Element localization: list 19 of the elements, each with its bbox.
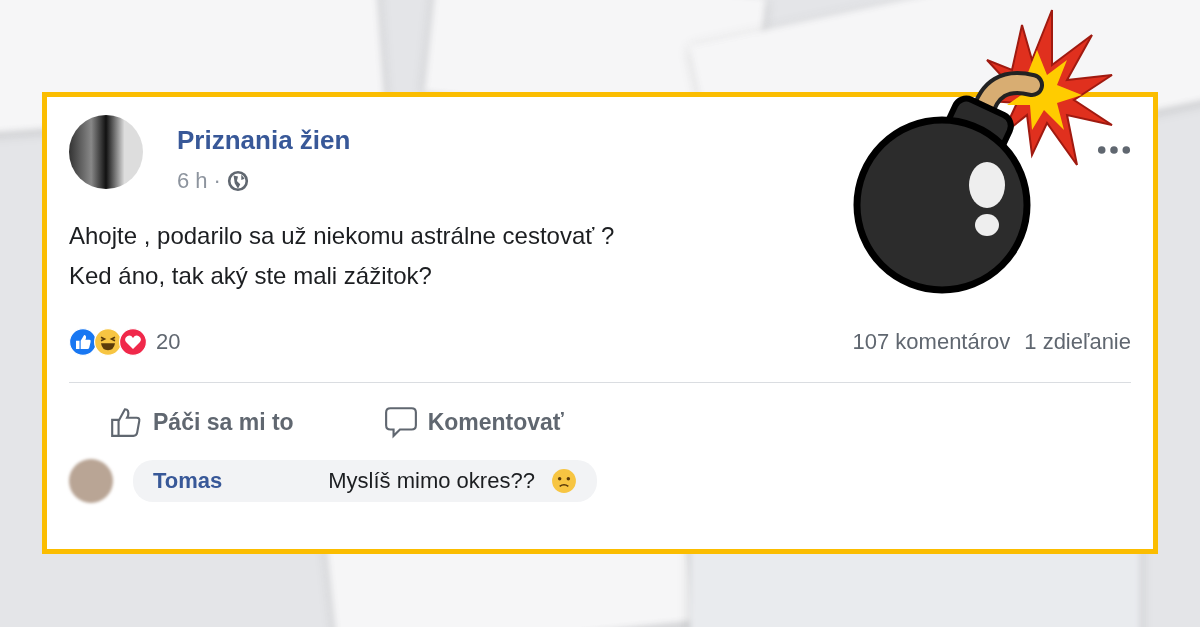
thumbs-up-icon[interactable] (69, 328, 97, 356)
post-text: Ahojte , podarilo sa už niekomu astrálne cestovať ? Ked áno, tak aký ste mali zážitok? (68, 221, 616, 291)
author-name[interactable]: Priznania žien (177, 125, 351, 156)
comment-button[interactable]: Komentovať (383, 401, 564, 443)
confused-face-icon (550, 468, 577, 494)
reaction-count[interactable]: 20 (156, 329, 181, 355)
comment-count[interactable]: 107 komentárov (852, 329, 1011, 355)
separator-dot: · (213, 168, 221, 194)
commenter-avatar-icon (69, 459, 113, 503)
more-options-icon[interactable] (1097, 145, 1131, 155)
comment-text: Myslíš mimo okres?? (328, 468, 535, 494)
comment-author[interactable]: Tomas (153, 468, 223, 494)
like-button[interactable]: Páči sa mi to (109, 401, 294, 443)
post-time[interactable]: 6 h (177, 168, 208, 194)
speech-bubble-icon (383, 405, 418, 439)
thumbs-up-icon (109, 405, 143, 439)
share-count[interactable]: 1 zdieľanie (1024, 329, 1131, 355)
globe-icon (226, 170, 249, 192)
laughing-face-icon[interactable] (94, 328, 122, 356)
